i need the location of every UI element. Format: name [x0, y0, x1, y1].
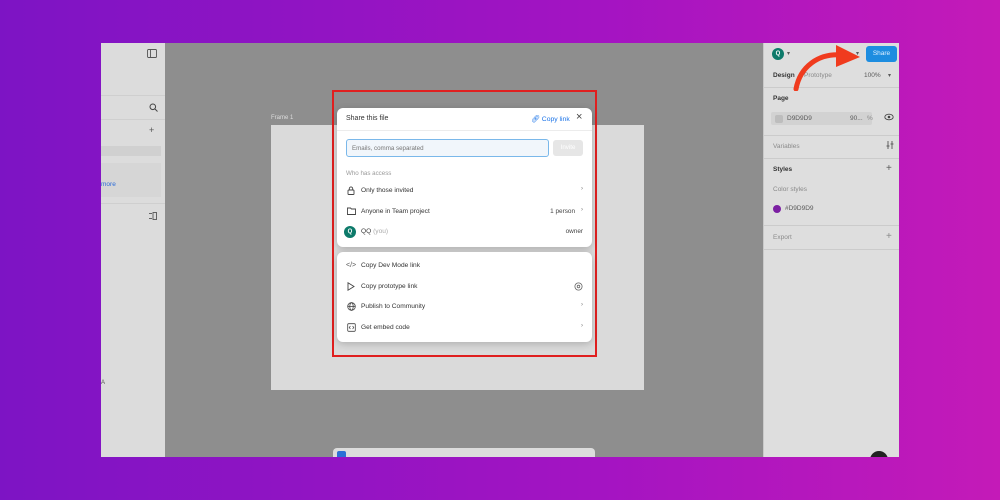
code-icon: </> — [346, 262, 357, 269]
color-style-swatch[interactable] — [773, 205, 781, 213]
divider — [101, 203, 165, 204]
bottom-toolbar — [333, 448, 595, 457]
copy-link-button[interactable]: 🔗︎ Copy link — [531, 115, 570, 123]
share-dialog: Share this file 🔗︎ Copy link × Invite Wh… — [337, 108, 592, 247]
avatar: Q — [344, 226, 356, 238]
red-arrow-annotation-icon — [793, 45, 860, 91]
action-label: Copy prototype link — [361, 283, 418, 290]
color-style-name[interactable]: #D9D9D9 — [785, 205, 814, 212]
divider — [337, 130, 592, 131]
zoom-level[interactable]: 100% — [864, 72, 881, 79]
access-count: 1 person — [550, 208, 575, 215]
invite-button[interactable]: Invite — [553, 140, 583, 156]
owner-role: owner — [565, 228, 583, 235]
styles-section-title: Styles — [773, 166, 793, 173]
layers-filter-icon[interactable] — [149, 212, 157, 222]
color-styles-label: Color styles — [773, 186, 807, 193]
chevron-down-icon[interactable]: ▾ — [888, 72, 891, 79]
owner-name-text: QQ — [361, 228, 372, 235]
action-copy-prototype-link[interactable]: Copy prototype link — [337, 279, 592, 295]
divider — [101, 119, 165, 120]
layers-panel: + more A — [101, 43, 165, 457]
avatar[interactable]: Q — [772, 48, 784, 60]
embed-icon — [346, 323, 356, 333]
divider — [764, 135, 899, 136]
add-export-icon[interactable]: + — [886, 231, 892, 242]
dialog-title: Share this file — [346, 115, 389, 122]
sidebar-toggle-icon[interactable] — [147, 49, 157, 60]
chevron-right-icon: › — [581, 302, 583, 308]
page-color-swatch[interactable] — [775, 115, 783, 123]
access-row-invited[interactable]: Only those invited › — [337, 183, 592, 199]
folder-icon — [346, 207, 356, 217]
access-row-team[interactable]: Anyone in Team project 1 person › — [337, 204, 592, 220]
add-style-icon[interactable]: + — [886, 163, 892, 174]
owner-name: QQ (you) — [361, 228, 388, 235]
access-label: Anyone in Team project — [361, 208, 430, 215]
move-tool-icon[interactable] — [337, 451, 346, 457]
divider — [764, 225, 899, 226]
action-copy-dev-mode-link[interactable]: </> Copy Dev Mode link — [337, 258, 592, 274]
owner-row: Q QQ (you) owner — [337, 224, 592, 240]
opacity-unit: % — [867, 115, 873, 122]
share-actions-panel: </> Copy Dev Mode link Copy prototype li… — [337, 252, 592, 342]
close-icon[interactable]: × — [576, 112, 582, 123]
play-icon — [346, 281, 356, 292]
page-color-hex[interactable]: D9D9D9 — [787, 115, 812, 122]
action-get-embed-code[interactable]: Get embed code › — [337, 320, 592, 336]
action-label: Copy Dev Mode link — [361, 262, 421, 269]
export-section-title[interactable]: Export — [773, 234, 792, 241]
access-label: Only those invited — [361, 187, 414, 194]
help-button[interactable] — [870, 451, 888, 457]
access-section-label: Who has access — [346, 170, 392, 177]
chevron-right-icon: › — [581, 207, 583, 213]
properties-panel: Q ▾ ▾ Share Design Prototype 100% ▾ Page… — [763, 43, 899, 457]
divider — [101, 95, 165, 96]
action-label: Get embed code — [361, 324, 410, 331]
link-icon: 🔗︎ — [531, 116, 540, 123]
chevron-right-icon: › — [581, 323, 583, 329]
page-section-title: Page — [773, 95, 789, 102]
variables-settings-icon[interactable] — [886, 141, 894, 151]
gear-icon[interactable] — [574, 282, 583, 293]
divider — [764, 158, 899, 159]
lock-icon — [346, 186, 356, 196]
layer-row[interactable] — [101, 163, 161, 197]
eye-icon[interactable] — [884, 113, 894, 123]
chevron-right-icon: › — [581, 186, 583, 192]
search-icon[interactable] — [149, 103, 158, 114]
action-publish-community[interactable]: Publish to Community › — [337, 299, 592, 315]
copy-link-label: Copy link — [541, 116, 570, 123]
page-row[interactable] — [101, 146, 161, 156]
frame-label[interactable]: Frame 1 — [271, 115, 293, 121]
share-button[interactable]: Share — [866, 46, 897, 62]
layer-label-fragment: A — [101, 380, 106, 386]
you-tag: (you) — [373, 228, 389, 235]
page-opacity[interactable]: 90... — [850, 115, 863, 122]
variables-section-title[interactable]: Variables — [773, 143, 800, 150]
action-label: Publish to Community — [361, 303, 426, 310]
more-link[interactable]: more — [101, 181, 116, 188]
email-input[interactable] — [346, 139, 549, 157]
divider — [764, 249, 899, 250]
globe-icon — [346, 302, 356, 312]
add-page-icon[interactable]: + — [149, 126, 154, 135]
